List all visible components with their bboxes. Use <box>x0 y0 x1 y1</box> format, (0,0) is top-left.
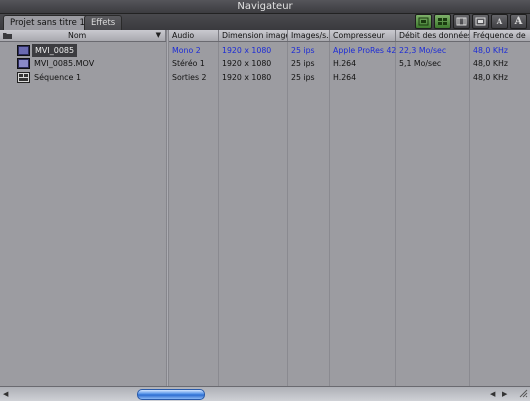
sort-descending-icon[interactable]: ▼ <box>156 30 161 41</box>
text-small-icon: A <box>496 17 503 26</box>
list-item[interactable]: Séquence 1 <box>17 71 165 84</box>
list-view-button[interactable] <box>453 14 470 29</box>
cell-audio: Stéréo 1 <box>172 59 205 68</box>
table-row[interactable]: Mono 2 1920 x 1080 25 ips Apple ProRes 4… <box>169 44 530 57</box>
cell-datarate: 5,1 Mo/sec <box>399 59 442 68</box>
table-row[interactable]: Stéréo 1 1920 x 1080 25 ips H.264 5,1 Mo… <box>169 57 530 70</box>
column-header-freq[interactable]: Fréquence de <box>470 30 530 41</box>
text-large-icon: A <box>514 16 523 27</box>
large-icon-view-icon <box>418 17 429 26</box>
table-row[interactable]: Sorties 2 1920 x 1080 25 ips H.264 48,0 … <box>169 71 530 84</box>
scroll-left-icon[interactable]: ◀ <box>3 390 8 398</box>
cell-audio: Sorties 2 <box>172 73 207 82</box>
resize-grip-icon[interactable] <box>519 389 528 398</box>
cell-fps: 25 ips <box>291 73 315 82</box>
cell-freq: 48,0 KHz <box>473 73 508 82</box>
cell-dimension: 1920 x 1080 <box>222 46 272 55</box>
cell-fps: 25 ips <box>291 59 315 68</box>
small-icon-view-button[interactable] <box>434 14 451 29</box>
cell-compressor: Apple ProRes 422 <box>333 46 396 55</box>
column-header-name[interactable]: Nom ▼ <box>0 30 166 41</box>
scroll-thumb[interactable] <box>137 389 205 400</box>
cell-datarate: 22,3 Mo/sec <box>399 46 447 55</box>
item-name: MVI_0085 <box>32 44 78 57</box>
scroll-right-icon[interactable]: ▶ <box>502 390 507 398</box>
cell-dimension: 1920 x 1080 <box>222 73 272 82</box>
column-header-datarate[interactable]: Débit des données <box>396 30 470 41</box>
clip-icon <box>17 58 30 69</box>
large-icon-view-button[interactable] <box>415 14 432 29</box>
column-header-audio[interactable]: Audio <box>169 30 219 41</box>
sequence-icon <box>17 72 30 83</box>
horizontal-scrollbar[interactable]: ◀ ◀ ▶ <box>0 386 530 401</box>
name-pane: MVI_0085 MVI_0085.MOV Séquence 1 <box>0 42 166 386</box>
tab-bar: Projet sans titre 1x Effets A A <box>0 14 530 30</box>
cell-fps: 25 ips <box>291 46 315 55</box>
clip-icon <box>17 45 30 56</box>
list-item[interactable]: MVI_0085.MOV <box>17 57 165 70</box>
tab-effects-label: Effets <box>91 18 116 28</box>
properties-pane: Mono 2 1920 x 1080 25 ips Apple ProRes 4… <box>169 42 530 386</box>
column-header-dimension[interactable]: Dimension image <box>219 30 288 41</box>
viewer-view-button[interactable] <box>472 14 489 29</box>
tab-project-label: Projet sans titre 1 <box>10 18 85 28</box>
cell-audio: Mono 2 <box>172 46 201 55</box>
small-icon-view-icon <box>438 18 447 25</box>
item-name: Séquence 1 <box>34 73 82 82</box>
column-header-row: Nom ▼ Audio Dimension image Images/s. Co… <box>0 30 530 42</box>
list-view-icon <box>456 17 467 26</box>
view-mode-buttons: A A <box>415 14 527 29</box>
cell-dimension: 1920 x 1080 <box>222 59 272 68</box>
item-name: MVI_0085.MOV <box>34 59 95 68</box>
tab-effects[interactable]: Effets <box>84 15 123 30</box>
column-header-name-label: Nom <box>68 31 87 40</box>
cell-freq: 48,0 KHz <box>473 46 508 55</box>
folder-icon <box>3 33 12 39</box>
viewer-view-icon <box>475 17 486 26</box>
cell-compressor: H.264 <box>333 59 357 68</box>
cell-compressor: H.264 <box>333 73 357 82</box>
list-item[interactable]: MVI_0085 <box>17 44 165 57</box>
scroll-left-icon[interactable]: ◀ <box>490 390 495 398</box>
column-header-compressor[interactable]: Compresseur <box>330 30 396 41</box>
window-title: Navigateur <box>0 0 530 14</box>
column-header-fps[interactable]: Images/s. <box>288 30 330 41</box>
cell-freq: 48,0 KHz <box>473 59 508 68</box>
text-small-button[interactable]: A <box>491 14 508 29</box>
text-large-button[interactable]: A <box>510 14 527 29</box>
